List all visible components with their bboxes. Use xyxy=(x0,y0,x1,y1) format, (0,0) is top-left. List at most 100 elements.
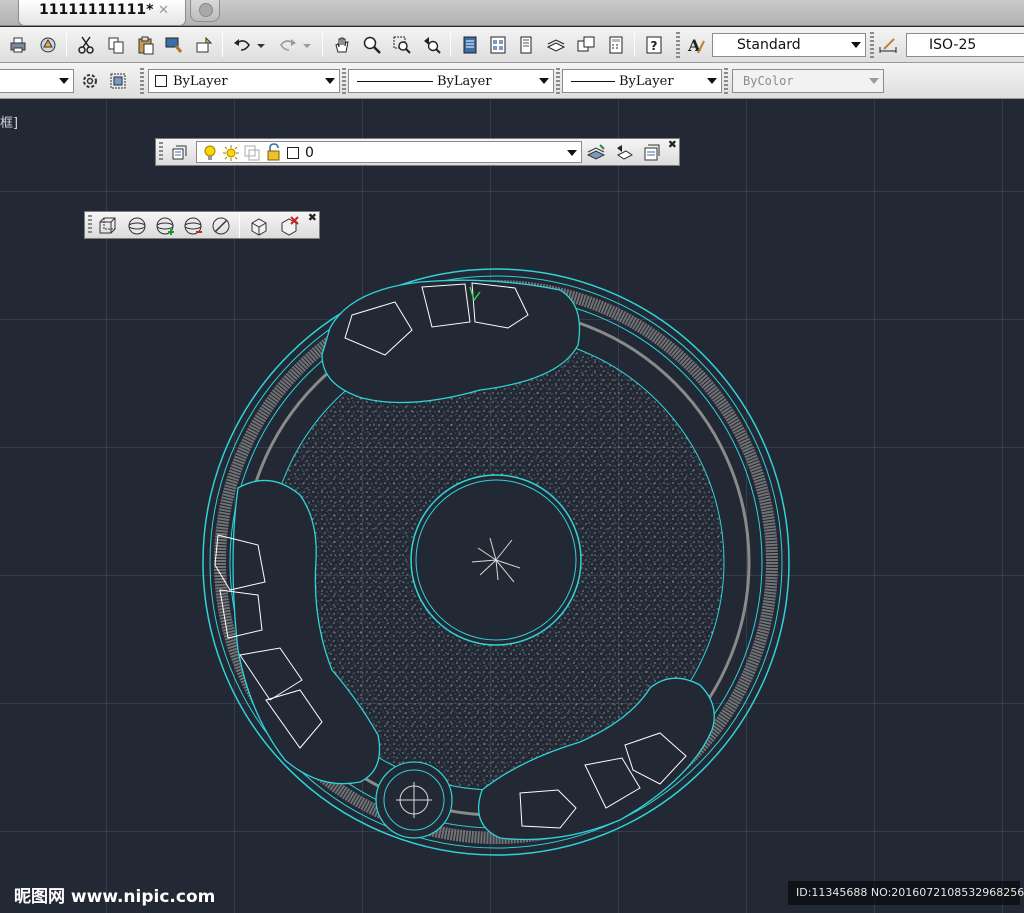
viewport-label[interactable]: 框] xyxy=(0,112,18,131)
dimension-style-value: ISO-25 xyxy=(929,37,977,53)
layer-state-select[interactable] xyxy=(0,69,74,93)
plus-icon xyxy=(199,3,213,17)
chevron-down-icon xyxy=(303,44,311,48)
color-value: ByLayer xyxy=(173,74,228,89)
document-tab-title: 11111111111* xyxy=(39,2,154,18)
publish-icon xyxy=(40,37,56,53)
color-control-select[interactable]: ByLayer xyxy=(148,69,340,93)
redo-dropdown[interactable] xyxy=(302,33,314,57)
make-current-layer-button[interactable] xyxy=(584,141,608,165)
quickcalc-button[interactable] xyxy=(604,33,628,57)
conceptual-style-button[interactable] xyxy=(181,214,205,238)
chevron-down-icon xyxy=(869,78,879,84)
plot-button[interactable] xyxy=(6,33,30,57)
new-tab-button[interactable] xyxy=(190,0,220,22)
layer-isolate-button[interactable] xyxy=(106,69,130,93)
sphere-remove-icon xyxy=(184,217,202,235)
shaded-style-button[interactable] xyxy=(209,214,233,238)
wireframe-icon xyxy=(99,217,116,234)
color-swatch xyxy=(155,75,167,87)
linetype-control-select[interactable]: ByLayer xyxy=(348,69,554,93)
markup-set-button[interactable] xyxy=(574,33,598,57)
layer-settings-button[interactable] xyxy=(78,69,102,93)
block-editor-button[interactable] xyxy=(192,33,216,57)
dimension-style-icon xyxy=(879,38,897,53)
watermark-site: 昵图网 www.nipic.com xyxy=(14,887,216,907)
match-properties-button[interactable] xyxy=(162,33,186,57)
dimension-style-button[interactable] xyxy=(876,33,900,57)
paste-icon xyxy=(138,36,154,55)
help-button[interactable]: ? xyxy=(642,33,666,57)
zoom-window-button[interactable] xyxy=(390,33,414,57)
redo-button[interactable] xyxy=(276,33,300,57)
zoom-window-icon xyxy=(393,36,411,54)
layer-properties-button[interactable] xyxy=(168,141,192,165)
calculator-icon xyxy=(609,36,623,54)
sheet-set-button[interactable] xyxy=(544,33,568,57)
hidden-style-button[interactable] xyxy=(125,214,149,238)
layers-icon xyxy=(172,145,187,160)
layer-states-icon xyxy=(644,144,660,161)
design-center-icon xyxy=(490,36,506,54)
chevron-down-icon xyxy=(59,78,69,84)
text-style-button[interactable]: A xyxy=(684,33,708,57)
tool-palettes-button[interactable] xyxy=(514,33,538,57)
chevron-down-icon xyxy=(539,78,549,84)
chevron-down-icon xyxy=(707,78,717,84)
paste-button[interactable] xyxy=(134,33,158,57)
layers-toolbar: 0 ✖ xyxy=(155,138,680,166)
help-icon: ? xyxy=(646,36,662,54)
document-tab[interactable]: 11111111111* ✕ xyxy=(18,0,186,26)
visual-style-manager-button[interactable] xyxy=(277,214,301,238)
lineweight-control-select[interactable]: ByLayer xyxy=(562,69,722,93)
solid-box-button[interactable] xyxy=(247,214,271,238)
copy-button[interactable] xyxy=(104,33,128,57)
text-style-select[interactable]: Standard xyxy=(712,33,866,57)
unlock-icon xyxy=(267,143,280,161)
close-icon[interactable]: ✖ xyxy=(308,211,317,224)
design-center-button[interactable] xyxy=(486,33,510,57)
text-style-value: Standard xyxy=(737,37,801,53)
paintbrush-icon xyxy=(165,37,183,53)
viewport-freeze-icon xyxy=(244,145,260,161)
layer-previous-button[interactable] xyxy=(612,141,636,165)
no-style-icon xyxy=(212,217,230,235)
markup-icon xyxy=(577,36,595,52)
sphere-add-icon xyxy=(156,217,174,235)
linetype-value: ByLayer xyxy=(437,74,492,89)
zoom-icon xyxy=(363,36,381,54)
lineweight-sample xyxy=(571,81,615,82)
chevron-down-icon xyxy=(851,42,861,48)
cut-button[interactable] xyxy=(74,33,98,57)
undo-button[interactable] xyxy=(230,33,254,57)
dimension-style-select[interactable]: ISO-25 xyxy=(906,33,1024,57)
layer-states-button[interactable] xyxy=(640,141,664,165)
wireframe-2d-button[interactable] xyxy=(95,214,119,238)
watermark-id: ID:11345688 NO:20160721085329682564 xyxy=(788,881,1024,905)
pan-button[interactable] xyxy=(330,33,354,57)
text-style-icon: A xyxy=(687,36,705,55)
zoom-realtime-button[interactable] xyxy=(360,33,384,57)
zoom-previous-icon xyxy=(424,37,441,54)
svg-text:?: ? xyxy=(651,39,658,53)
lightbulb-icon xyxy=(204,145,216,160)
properties-toolbar: ByLayer ByLayer ByLayer ByColor xyxy=(0,63,1024,99)
undo-dropdown[interactable] xyxy=(256,33,268,57)
undo-icon xyxy=(234,39,250,51)
standard-toolbar: ? A Standard ISO-25 xyxy=(0,27,1024,63)
zoom-previous-button[interactable] xyxy=(420,33,444,57)
layer-control-select[interactable]: 0 xyxy=(196,141,582,163)
close-icon[interactable]: ✖ xyxy=(668,138,677,151)
scissors-icon xyxy=(78,36,94,54)
redo-icon xyxy=(280,39,296,51)
publish-button[interactable] xyxy=(36,33,60,57)
document-tab-bar: 11111111111* ✕ xyxy=(0,0,1024,26)
plot-style-value: ByColor xyxy=(743,74,794,88)
realistic-style-button[interactable] xyxy=(153,214,177,238)
cube-icon xyxy=(251,218,267,236)
properties-button[interactable] xyxy=(458,33,482,57)
lineweight-value: ByLayer xyxy=(619,74,674,89)
layer-color-swatch xyxy=(287,147,299,159)
tab-close-icon[interactable]: ✕ xyxy=(158,3,169,18)
gear-icon xyxy=(83,74,97,88)
